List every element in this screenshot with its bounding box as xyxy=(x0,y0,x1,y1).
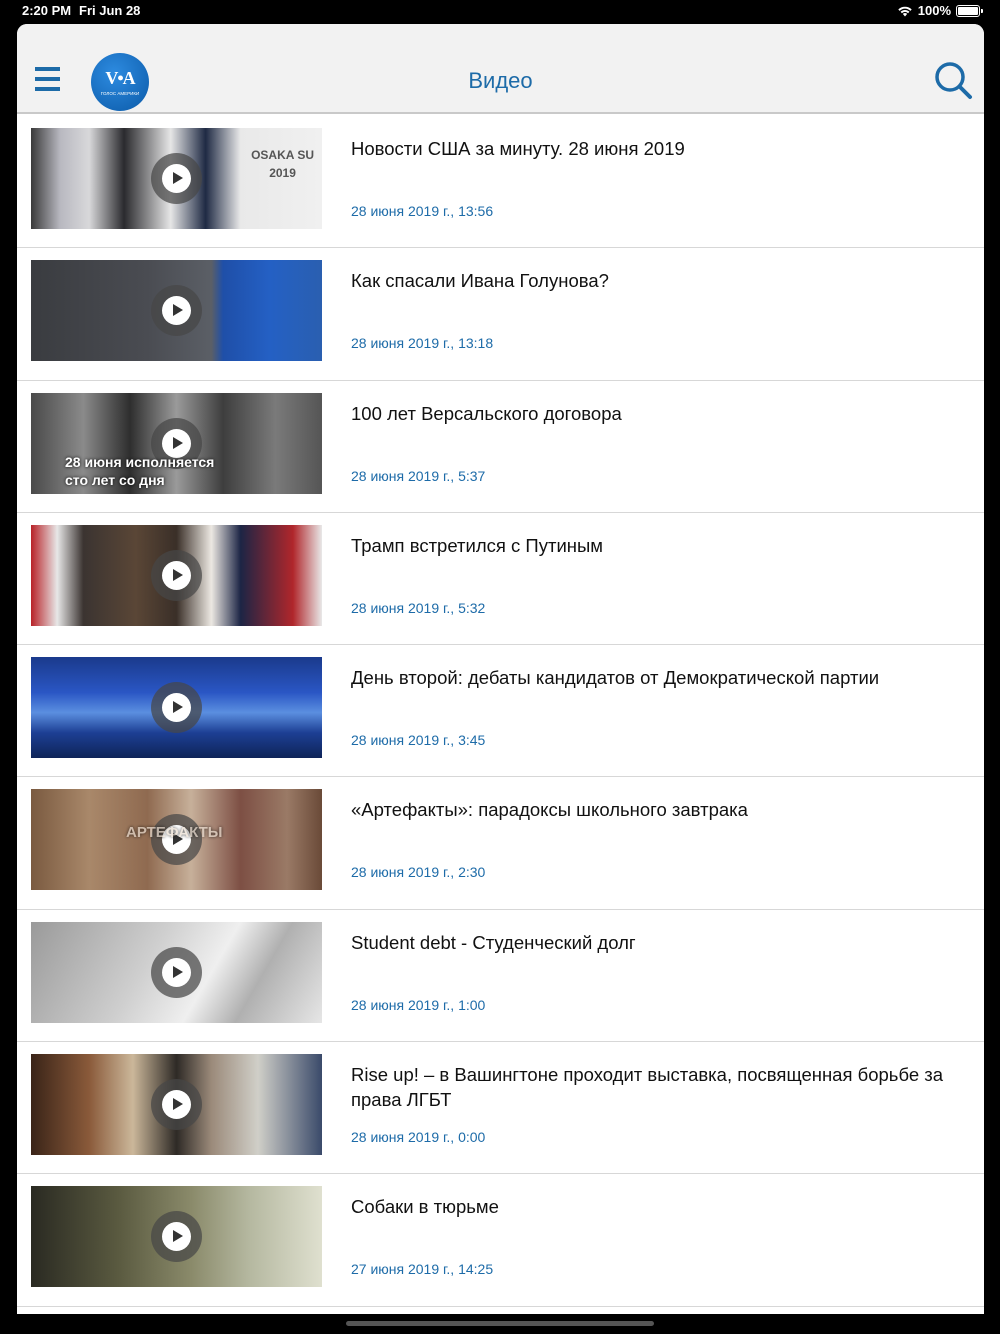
video-thumbnail[interactable]: АРТЕФАКТЫ xyxy=(31,789,322,891)
battery-percentage: 100% xyxy=(917,3,951,18)
video-title[interactable]: Собаки в тюрьме xyxy=(351,1194,951,1219)
video-thumbnail[interactable] xyxy=(31,1054,322,1156)
video-list-item[interactable]: День второй: дебаты кандидатов от Демокр… xyxy=(17,645,984,778)
status-right: 100% xyxy=(897,3,983,18)
video-thumbnail[interactable]: OSAKA SU 2019 xyxy=(31,128,322,229)
play-icon[interactable] xyxy=(151,153,202,204)
battery-icon xyxy=(956,4,983,17)
search-icon[interactable] xyxy=(933,60,973,100)
play-icon[interactable] xyxy=(151,285,202,337)
video-title[interactable]: Student debt - Студенческий долг xyxy=(351,930,951,955)
video-thumbnail[interactable] xyxy=(31,1186,322,1288)
video-date: 28 июня 2019 г., 13:56 xyxy=(351,203,494,219)
video-list-item[interactable]: 28 июня исполняется сто лет со дня 100 л… xyxy=(17,381,984,513)
video-date: 28 июня 2019 г., 1:00 xyxy=(351,996,486,1013)
play-icon[interactable] xyxy=(151,682,202,734)
video-list-item[interactable]: АРТЕФАКТЫ «Артефакты»: парадоксы школьно… xyxy=(17,777,984,910)
play-icon[interactable] xyxy=(151,1079,202,1131)
video-title[interactable]: Трамп встретился с Путиным xyxy=(351,533,951,558)
thumbnail-caption: OSAKA SU 2019 xyxy=(251,148,314,180)
video-thumbnail[interactable] xyxy=(31,260,322,362)
status-time: 2:20 PM xyxy=(22,3,72,18)
video-date: 28 июня 2019 г., 2:30 xyxy=(351,864,486,881)
page-title: Видео xyxy=(468,68,533,93)
nav-bar: V•A ГОЛОС АМЕРИКИ Видео xyxy=(17,24,984,114)
status-bar: 2:20 PM Fri Jun 28 100% xyxy=(0,0,1000,22)
app-window: V•A ГОЛОС АМЕРИКИ Видео OSAKA SU 2019 Но… xyxy=(17,24,984,1314)
video-title[interactable]: Как спасали Ивана Голунова? xyxy=(351,268,951,293)
video-date: 28 июня 2019 г., 0:00 xyxy=(351,1129,486,1146)
video-title[interactable]: День второй: дебаты кандидатов от Демокр… xyxy=(351,665,951,690)
video-thumbnail[interactable] xyxy=(31,657,322,759)
video-date: 27 июня 2019 г., 14:25 xyxy=(351,1261,494,1278)
wifi-icon xyxy=(898,6,912,16)
play-icon[interactable] xyxy=(151,1211,202,1263)
play-icon[interactable] xyxy=(151,946,202,998)
video-list-item[interactable]: Rise up! – в Вашингтоне проходит выставк… xyxy=(17,1042,984,1175)
thumbnail-caption: АРТЕФАКТЫ xyxy=(126,824,223,842)
video-date: 28 июня 2019 г., 5:32 xyxy=(351,599,486,616)
video-list: OSAKA SU 2019 Новости США за минуту. 28 … xyxy=(17,116,984,1307)
video-date: 28 июня 2019 г., 5:37 xyxy=(351,467,486,484)
video-title[interactable]: «Артефакты»: парадоксы школьного завтрак… xyxy=(351,797,951,822)
video-thumbnail[interactable] xyxy=(31,921,322,1023)
thumbnail-caption: 28 июня исполняется сто лет со дня xyxy=(65,453,215,488)
video-date: 28 июня 2019 г., 13:18 xyxy=(351,335,494,352)
video-thumbnail[interactable] xyxy=(31,524,322,626)
video-title[interactable]: Новости США за минуту. 28 июня 2019 xyxy=(351,136,951,161)
play-icon[interactable] xyxy=(151,549,202,601)
video-date: 28 июня 2019 г., 3:45 xyxy=(351,732,486,749)
home-indicator[interactable] xyxy=(346,1321,654,1326)
video-title[interactable]: 100 лет Версальского договора xyxy=(351,401,951,426)
video-list-item[interactable]: Трамп встретился с Путиным 28 июня 2019 … xyxy=(17,513,984,646)
video-list-item[interactable]: Как спасали Ивана Голунова? 28 июня 2019… xyxy=(17,248,984,381)
video-title[interactable]: Rise up! – в Вашингтоне проходит выставк… xyxy=(351,1062,951,1112)
video-list-item[interactable]: Student debt - Студенческий долг 28 июня… xyxy=(17,910,984,1043)
video-list-item[interactable]: Собаки в тюрьме 27 июня 2019 г., 14:25 xyxy=(17,1174,984,1307)
video-thumbnail[interactable]: 28 июня исполняется сто лет со дня xyxy=(31,392,322,494)
video-list-item[interactable]: OSAKA SU 2019 Новости США за минуту. 28 … xyxy=(17,116,984,249)
status-date: Fri Jun 28 xyxy=(79,3,141,18)
